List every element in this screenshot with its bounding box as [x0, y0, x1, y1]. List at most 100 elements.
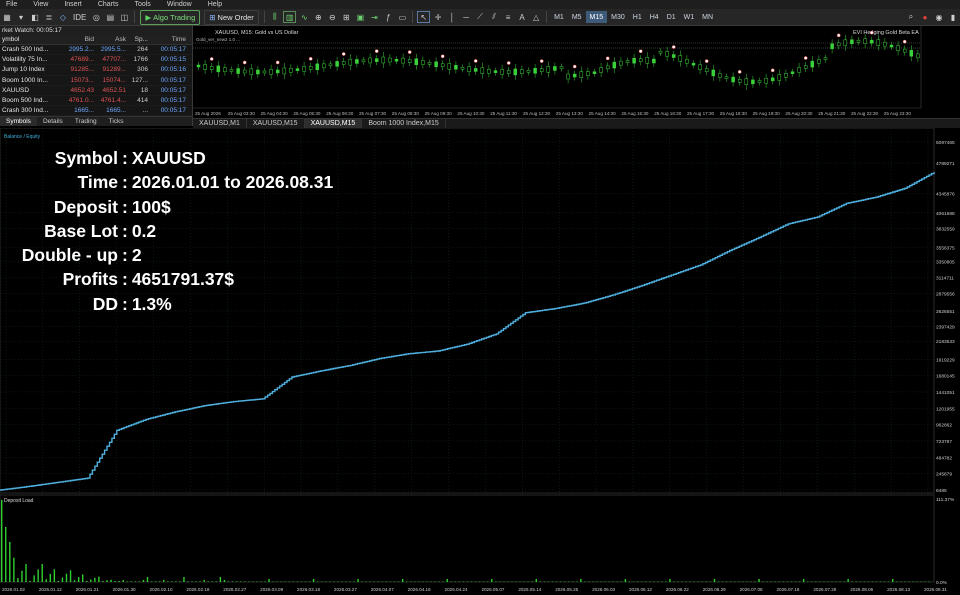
- timeframe-m5[interactable]: M5: [568, 11, 586, 23]
- load-bar: [559, 581, 562, 582]
- ide-icon[interactable]: ◇: [57, 11, 69, 23]
- load-bar: [628, 581, 631, 582]
- search-icon[interactable]: ⌕: [905, 11, 917, 23]
- date-tick-label: 2026.04.07: [371, 587, 394, 592]
- load-bar: [122, 580, 124, 582]
- strategy-icon[interactable]: ◎: [90, 11, 102, 23]
- timeframe-m15[interactable]: M15: [585, 11, 608, 23]
- table-row[interactable]: Crash 500 Ind... 2995.2... 2995.5... 264 00:…: [0, 45, 192, 56]
- load-bar: [527, 581, 529, 582]
- zoom-in-icon[interactable]: ⊕: [312, 11, 324, 23]
- horizontal-line-icon[interactable]: ─: [460, 11, 472, 23]
- tab-ticks[interactable]: Ticks: [103, 117, 130, 126]
- load-bar: [304, 581, 307, 582]
- price-chart[interactable]: XAUUSD, M15: Gold vs US Dollar Gold_ver_…: [193, 26, 960, 118]
- expert-label: EVI Hedging Gold Beta EA: [853, 30, 919, 36]
- time-tick-label: 25 Aug 04:30: [261, 111, 289, 116]
- menu-view[interactable]: View: [27, 0, 58, 9]
- new-order-button[interactable]: ⊞ New Order: [204, 9, 259, 25]
- timeframe-d1[interactable]: D1: [663, 11, 680, 23]
- terminal-icon[interactable]: ◫: [118, 11, 130, 23]
- candle-chart-icon[interactable]: ▥: [282, 11, 297, 23]
- tab-details[interactable]: Details: [37, 117, 69, 126]
- tab-trading[interactable]: Trading: [69, 117, 103, 126]
- load-y-tick: 0.0%: [936, 580, 948, 586]
- balance-y-tick: 484782: [936, 455, 952, 461]
- algo-trading-button[interactable]: ▶ Algo Trading: [140, 9, 201, 25]
- load-bar: [462, 581, 465, 582]
- load-bar: [231, 581, 234, 582]
- balance-y-tick: 3114711: [936, 276, 954, 282]
- menu-window[interactable]: Window: [161, 0, 202, 9]
- chart-tab[interactable]: XAUUSD,M15: [247, 119, 305, 128]
- menu-insert[interactable]: Insert: [58, 0, 92, 9]
- timeframe-m30[interactable]: M30: [607, 11, 629, 23]
- navigator-icon[interactable]: ◧: [29, 11, 41, 23]
- timeframe-h4[interactable]: H4: [646, 11, 663, 23]
- load-bar: [191, 581, 193, 582]
- table-row[interactable]: Jump 10 Index 91285... 91289... 306 00:05:16: [0, 65, 192, 76]
- table-row[interactable]: Boom 500 Ind... 4761.0... 4761.4... 414 00:0…: [0, 96, 192, 107]
- profiles-icon[interactable]: ▾: [15, 11, 27, 23]
- line-chart-icon[interactable]: ∿: [298, 11, 310, 23]
- time-tick-label: 25 Aug 18:30: [720, 111, 748, 116]
- chart-tab[interactable]: Boom 1000 Index,M15: [362, 119, 446, 128]
- cursor-icon[interactable]: ↖: [417, 11, 431, 23]
- timeframe-w1[interactable]: W1: [680, 11, 699, 23]
- chart-tab[interactable]: XAUUSD,M15: [304, 119, 363, 128]
- table-row[interactable]: Volatility 75 In... 47689... 47707... 1766 0…: [0, 55, 192, 66]
- menu-help[interactable]: Help: [202, 0, 232, 9]
- stat-value: 2026.01.01 to 2026.08.31: [131, 172, 334, 193]
- load-bar: [118, 581, 120, 582]
- crosshair-icon[interactable]: ✛: [432, 11, 444, 23]
- fibo-icon[interactable]: ≡: [502, 11, 514, 23]
- zoom-out-icon[interactable]: ⊖: [326, 11, 338, 23]
- tab-symbols[interactable]: Symbols: [0, 117, 37, 126]
- table-row[interactable]: Crash 300 Ind... 1665... 1665...... 00:05:1…: [0, 106, 192, 117]
- trend-line-icon[interactable]: ⟋: [474, 11, 486, 23]
- indicators-icon[interactable]: ƒ: [382, 11, 394, 23]
- vertical-line-icon[interactable]: │: [446, 11, 458, 23]
- new-chart-icon[interactable]: ▦: [1, 11, 13, 23]
- chart-tab[interactable]: XAUUSD,M1: [193, 119, 247, 128]
- col-time[interactable]: Time: [148, 35, 190, 44]
- timeframe-mn[interactable]: MN: [698, 11, 717, 23]
- load-bar: [215, 581, 218, 582]
- menu-file[interactable]: File: [0, 0, 27, 9]
- timeframe-h1[interactable]: H1: [629, 11, 646, 23]
- load-bar: [721, 581, 724, 582]
- row-bid: 91285...: [70, 66, 95, 74]
- shapes-icon[interactable]: △: [530, 11, 542, 23]
- col-bid[interactable]: Bid: [62, 35, 94, 44]
- table-row[interactable]: Boom 1000 In... 15073... 15074... 127... 00:…: [0, 76, 192, 86]
- ide-button[interactable]: IDE: [71, 11, 88, 23]
- menu-charts[interactable]: Charts: [92, 0, 129, 9]
- tile-icon[interactable]: ⊞: [340, 11, 352, 23]
- channel-icon[interactable]: ⫽: [488, 11, 500, 23]
- table-row[interactable]: XAUUSD 4652.43 4652.51 18 00:05:17: [0, 86, 192, 96]
- col-spread[interactable]: Sp...: [126, 35, 148, 44]
- load-bar: [896, 581, 898, 582]
- tester-icon[interactable]: ▤: [104, 11, 116, 23]
- col-symbol[interactable]: ymbol: [0, 35, 62, 44]
- date-tick-label: 2026.05.07: [481, 587, 504, 592]
- auto-scroll-icon[interactable]: ▣: [354, 11, 366, 23]
- load-bar: [499, 581, 501, 582]
- col-ask[interactable]: Ask: [94, 35, 126, 44]
- signal-icon[interactable]: ▮: [947, 11, 959, 23]
- time-tick-label: 25 Aug 06:30: [326, 111, 354, 116]
- databank-icon[interactable]: ≣: [43, 11, 55, 23]
- menu-tools[interactable]: Tools: [128, 0, 160, 9]
- load-bar: [126, 581, 128, 582]
- bar-chart-icon[interactable]: ⫼: [269, 11, 281, 23]
- row-symbol: XAUUSD: [2, 86, 30, 94]
- templates-icon[interactable]: ▭: [396, 11, 408, 23]
- stat-label: Time: [77, 172, 118, 193]
- notification-icon[interactable]: ●: [919, 11, 931, 23]
- chart-shift-icon[interactable]: ⇥: [368, 11, 380, 23]
- load-bar: [381, 581, 384, 582]
- account-icon[interactable]: ◉: [933, 11, 945, 23]
- text-icon[interactable]: A: [516, 11, 528, 23]
- time-tick-label: 25 Aug 2026: [195, 111, 221, 116]
- timeframe-m1[interactable]: M1: [550, 11, 568, 23]
